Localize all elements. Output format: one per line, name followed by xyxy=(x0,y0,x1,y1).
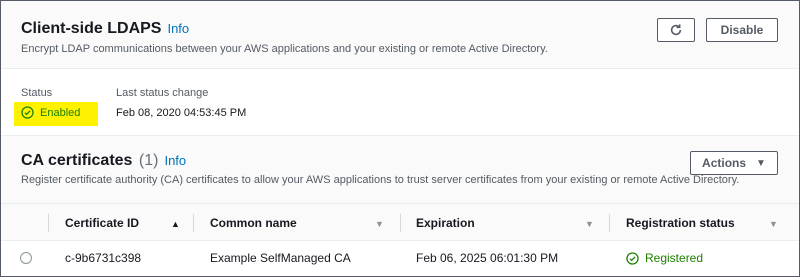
sort-icon[interactable]: ▼ xyxy=(375,219,384,229)
ca-count: (1) xyxy=(138,152,159,169)
status-label: Status xyxy=(21,87,53,99)
column-header-registration-status[interactable]: Registration status xyxy=(626,204,735,242)
refresh-icon xyxy=(670,24,682,36)
column-header-common-name[interactable]: Common name xyxy=(210,204,297,242)
registration-status-text: Registered xyxy=(645,251,704,265)
check-circle-icon xyxy=(626,251,639,265)
sort-ascending-icon[interactable]: ▲ xyxy=(171,219,180,229)
ldaps-status-area: Status Enabled Last status change Feb 08… xyxy=(1,69,799,135)
cell-registration-status: Registered xyxy=(626,241,703,275)
disable-button[interactable]: Disable xyxy=(706,18,778,42)
sort-icon[interactable]: ▼ xyxy=(769,219,778,229)
ldaps-description: Encrypt LDAP communications between your… xyxy=(21,43,548,55)
cell-certificate-id: c-9b6731c398 xyxy=(65,251,142,265)
cell-expiration: Feb 06, 2025 06:01:30 PM xyxy=(416,251,559,265)
column-divider xyxy=(400,214,401,232)
ca-title-text: CA certificates xyxy=(21,152,133,169)
last-status-change-value: Feb 08, 2020 04:53:45 PM xyxy=(116,107,247,119)
sort-icon[interactable]: ▼ xyxy=(585,219,594,229)
status-value-text: Enabled xyxy=(40,106,81,119)
column-header-certificate-id[interactable]: Certificate ID xyxy=(65,204,139,242)
column-divider xyxy=(609,214,610,232)
actions-dropdown-button[interactable]: Actions ▼ xyxy=(690,151,778,175)
ca-table-header: Certificate ID ▲ Common name ▼ Expiratio… xyxy=(1,203,799,241)
last-status-change-label: Last status change xyxy=(116,87,209,99)
check-circle-icon xyxy=(21,106,34,119)
column-divider xyxy=(193,214,194,232)
actions-label: Actions xyxy=(702,156,747,170)
column-header-expiration[interactable]: Expiration xyxy=(416,204,475,242)
ca-certificates-header: CA certificates (1) Info Register certifi… xyxy=(1,135,799,203)
ca-description: Register certificate authority (CA) cert… xyxy=(21,174,740,186)
ldaps-header: Client-side LDAPS Info Encrypt LDAP commu… xyxy=(1,1,799,69)
ca-title: CA certificates (1) Info xyxy=(21,152,186,170)
row-select-radio[interactable] xyxy=(20,252,32,264)
table-row[interactable]: c-9b6731c398 Example SelfManaged CA Feb … xyxy=(1,241,799,276)
ca-info-link[interactable]: Info xyxy=(164,153,186,168)
ldaps-info-link[interactable]: Info xyxy=(167,21,189,36)
refresh-button[interactable] xyxy=(657,18,695,42)
column-divider xyxy=(48,214,49,232)
ldaps-title-text: Client-side LDAPS xyxy=(21,20,162,37)
caret-down-icon: ▼ xyxy=(756,157,766,169)
cell-common-name: Example SelfManaged CA xyxy=(210,251,351,265)
ldaps-title: Client-side LDAPS Info xyxy=(21,20,189,38)
ldaps-settings-page: Client-side LDAPS Info Encrypt LDAP commu… xyxy=(0,0,800,277)
status-value: Enabled xyxy=(21,106,80,119)
